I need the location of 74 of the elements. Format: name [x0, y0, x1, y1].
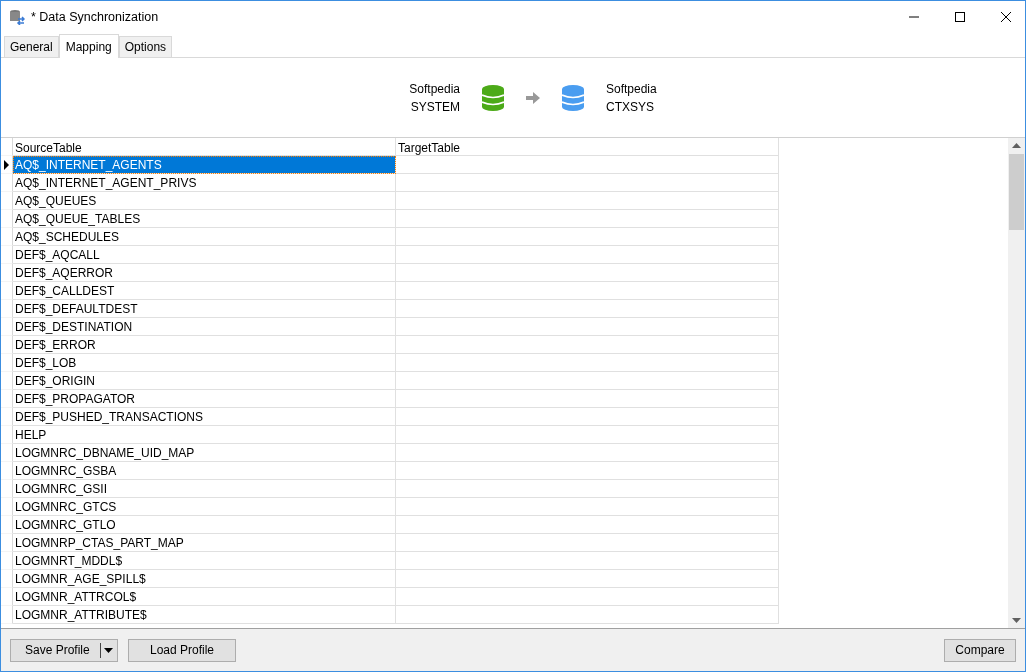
table-cell[interactable]: LOGMNRT_MDDL$: [13, 552, 396, 570]
empty-cell[interactable]: [396, 354, 779, 372]
empty-cell[interactable]: [396, 498, 779, 516]
column-header[interactable]: TargetTable: [396, 138, 779, 156]
table-cell[interactable]: LOGMNRP_CTAS_PART_MAP: [13, 534, 396, 552]
connection-name: Softpedia: [409, 81, 460, 96]
empty-cell[interactable]: [396, 282, 779, 300]
empty-cell[interactable]: [396, 408, 779, 426]
database-sync-icon: [9, 8, 25, 25]
empty-cell[interactable]: [396, 552, 779, 570]
empty-cell[interactable]: [396, 174, 779, 192]
table-cell[interactable]: DEF$_PROPAGATOR: [13, 390, 396, 408]
empty-cell[interactable]: [396, 264, 779, 282]
scrollbar-thumb[interactable]: [1009, 154, 1024, 230]
empty-cell[interactable]: [396, 480, 779, 498]
vertical-scrollbar[interactable]: [1008, 138, 1025, 628]
table-cell[interactable]: DEF$_ERROR: [13, 336, 396, 354]
table-cell[interactable]: LOGMNRC_GTCS: [13, 498, 396, 516]
table-cell[interactable]: LOGMNR_ATTRIBUTE$: [13, 606, 396, 624]
table-cell[interactable]: LOGMNRC_GSII: [13, 480, 396, 498]
table-cell[interactable]: AQ$_SCHEDULES: [13, 228, 396, 246]
schema-name: SYSTEM: [410, 99, 460, 114]
table-cell[interactable]: AQ$_INTERNET_AGENT_PRIVS: [13, 174, 396, 192]
table-cell[interactable]: DEF$_AQERROR: [13, 264, 396, 282]
tab[interactable]: Mapping: [58, 34, 119, 58]
save-profile-button[interactable]: Save Profile: [10, 638, 118, 662]
empty-cell[interactable]: [396, 300, 779, 318]
table-cell[interactable]: DEF$_LOB: [13, 354, 396, 372]
table-cell[interactable]: DEF$_AQCALL: [13, 246, 396, 264]
empty-cell[interactable]: [396, 534, 779, 552]
empty-cell[interactable]: [396, 228, 779, 246]
empty-cell[interactable]: [396, 192, 779, 210]
table-cell[interactable]: DEF$_CALLDEST: [13, 282, 396, 300]
compare-button[interactable]: Compare: [944, 638, 1016, 662]
empty-cell[interactable]: [396, 390, 779, 408]
tab[interactable]: Options: [118, 36, 173, 57]
connection-name: Softpedia: [606, 81, 657, 96]
empty-cell[interactable]: [396, 588, 779, 606]
table-cell[interactable]: HELP: [13, 426, 396, 444]
table-cell[interactable]: LOGMNRC_DBNAME_UID_MAP: [13, 444, 396, 462]
load-profile-button[interactable]: Load Profile: [128, 638, 236, 662]
empty-cell[interactable]: [396, 462, 779, 480]
caret-icon[interactable]: [99, 642, 113, 658]
table-cell[interactable]: LOGMNRC_GSBA: [13, 462, 396, 480]
empty-cell[interactable]: [396, 426, 779, 444]
table-cell[interactable]: AQ$_QUEUE_TABLES: [13, 210, 396, 228]
window-title: * Data Synchronization: [31, 9, 159, 24]
maximize-icon[interactable]: [955, 11, 965, 22]
scroll-down-icon[interactable]: [1012, 618, 1021, 623]
table-cell[interactable]: LOGMNR_AGE_SPILL$: [13, 570, 396, 588]
database-icon: [482, 84, 504, 111]
empty-cell[interactable]: [396, 246, 779, 264]
database-icon: [562, 84, 584, 111]
table-cell[interactable]: DEF$_DEFAULTDEST: [13, 300, 396, 318]
empty-cell[interactable]: [396, 570, 779, 588]
table-cell[interactable]: LOGMNR_ATTRCOL$: [13, 588, 396, 606]
empty-cell[interactable]: [396, 516, 779, 534]
close-icon[interactable]: [1001, 11, 1011, 22]
table-cell[interactable]: AQ$_QUEUES: [13, 192, 396, 210]
empty-cell[interactable]: [396, 210, 779, 228]
empty-cell[interactable]: [396, 336, 779, 354]
tab[interactable]: General: [4, 36, 59, 57]
table-cell[interactable]: DEF$_ORIGIN: [13, 372, 396, 390]
table-cell[interactable]: DEF$_DESTINATION: [13, 318, 396, 336]
scroll-up-icon[interactable]: [1012, 143, 1021, 148]
table-cell[interactable]: AQ$_INTERNET_AGENTS: [13, 156, 396, 174]
table-cell[interactable]: LOGMNRC_GTLO: [13, 516, 396, 534]
empty-cell[interactable]: [396, 444, 779, 462]
table-cell[interactable]: DEF$_PUSHED_TRANSACTIONS: [13, 408, 396, 426]
arrow-right-icon: [526, 91, 540, 104]
empty-cell[interactable]: [396, 606, 779, 624]
schema-name: CTXSYS: [606, 99, 655, 114]
empty-cell[interactable]: [396, 372, 779, 390]
empty-cell[interactable]: [396, 318, 779, 336]
